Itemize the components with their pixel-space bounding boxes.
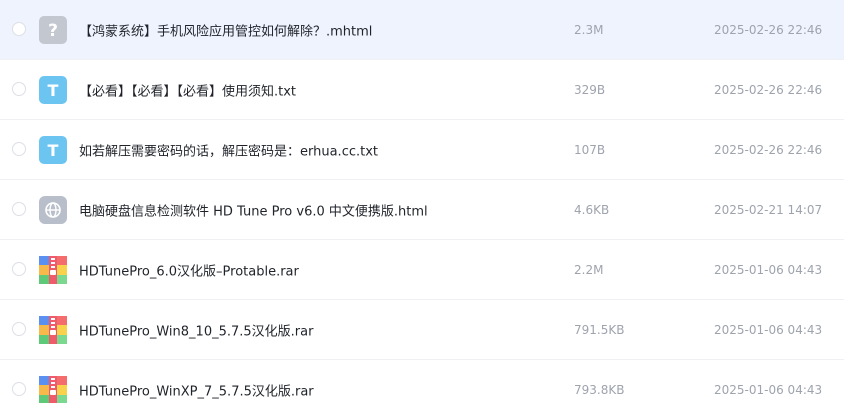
file-name[interactable]: 【鸿蒙系统】手机风险应用管控如何解除？.mhtml xyxy=(79,20,372,39)
file-date: 2025-02-26 22:46 xyxy=(714,142,823,157)
file-list: ? 【鸿蒙系统】手机风险应用管控如何解除？.mhtml 2.3M 2025-02… xyxy=(0,0,844,403)
file-name[interactable]: HDTunePro_Win8_10_5.7.5汉化版.rar xyxy=(79,320,313,339)
file-date: 2025-01-06 04:43 xyxy=(714,322,823,337)
file-date: 2025-02-26 22:46 xyxy=(714,82,823,97)
svg-text:?: ? xyxy=(48,21,58,41)
svg-text:T: T xyxy=(48,81,59,100)
file-size: 4.6KB xyxy=(574,202,610,217)
file-size: 2.2M xyxy=(574,262,604,277)
file-size: 791.5KB xyxy=(574,322,625,337)
file-name[interactable]: HDTunePro_WinXP_7_5.7.5汉化版.rar xyxy=(79,380,314,399)
row-checkbox[interactable] xyxy=(12,321,26,336)
row-checkbox[interactable] xyxy=(12,21,26,36)
file-date: 2025-01-06 04:43 xyxy=(714,262,823,277)
row-checkbox[interactable] xyxy=(12,81,26,96)
file-size: 107B xyxy=(574,142,606,157)
file-name[interactable]: 电脑硬盘信息检测软件 HD Tune Pro v6.0 中文便携版.html xyxy=(79,200,428,219)
web-file-icon xyxy=(39,195,67,224)
file-row[interactable]: T 如若解压需要密码的话，解压密码是：erhua.cc.txt 107B 202… xyxy=(0,120,844,180)
row-checkbox[interactable] xyxy=(12,381,26,396)
file-date: 2025-02-21 14:07 xyxy=(714,202,823,217)
file-row[interactable]: HDTunePro_WinXP_7_5.7.5汉化版.rar 793.8KB 2… xyxy=(0,360,844,403)
file-row[interactable]: HDTunePro_Win8_10_5.7.5汉化版.rar 791.5KB 2… xyxy=(0,300,844,360)
file-size: 793.8KB xyxy=(574,382,625,397)
file-name[interactable]: HDTunePro_6.0汉化版–Protable.rar xyxy=(79,260,299,279)
file-row[interactable]: 电脑硬盘信息检测软件 HD Tune Pro v6.0 中文便携版.html 4… xyxy=(0,180,844,240)
archive-file-icon xyxy=(39,315,67,344)
file-row[interactable]: T 【必看】【必看】【必看】使用须知.txt 329B 2025-02-26 2… xyxy=(0,60,844,120)
file-name[interactable]: 如若解压需要密码的话，解压密码是：erhua.cc.txt xyxy=(79,140,378,159)
file-size: 329B xyxy=(574,82,606,97)
svg-text:T: T xyxy=(48,141,59,160)
file-row[interactable]: HDTunePro_6.0汉化版–Protable.rar 2.2M 2025-… xyxy=(0,240,844,300)
file-name[interactable]: 【必看】【必看】【必看】使用须知.txt xyxy=(79,80,296,99)
unknown-file-icon: ? xyxy=(39,15,67,44)
file-row[interactable]: ? 【鸿蒙系统】手机风险应用管控如何解除？.mhtml 2.3M 2025-02… xyxy=(0,0,844,60)
row-checkbox[interactable] xyxy=(12,201,26,216)
archive-file-icon xyxy=(39,375,67,403)
text-file-icon: T xyxy=(39,75,67,104)
file-date: 2025-02-26 22:46 xyxy=(714,22,823,37)
file-size: 2.3M xyxy=(574,22,604,37)
row-checkbox[interactable] xyxy=(12,261,26,276)
archive-file-icon xyxy=(39,255,67,284)
row-checkbox[interactable] xyxy=(12,141,26,156)
file-date: 2025-01-06 04:43 xyxy=(714,382,823,397)
text-file-icon: T xyxy=(39,135,67,164)
